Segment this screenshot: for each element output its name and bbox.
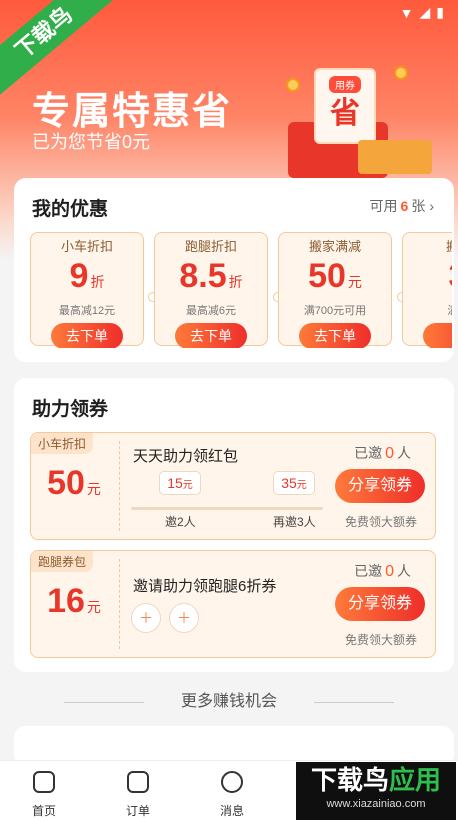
tab-messages[interactable]: 消息 xyxy=(202,771,262,819)
home-icon xyxy=(33,771,55,793)
coupon-tag: 小车折扣 xyxy=(31,433,94,454)
reward-step: 35元 xyxy=(273,471,315,495)
wifi-icon: ▼ xyxy=(399,4,414,21)
place-order-button[interactable]: 去下单 xyxy=(175,323,247,348)
tab-orders[interactable]: 订单 xyxy=(108,771,168,819)
reward-step: 15元 xyxy=(159,471,201,495)
deal-card: 小车折扣 9折 最高减12元 去下单 xyxy=(30,232,144,348)
help-coupons-section: 助力领券 小车折扣 50 元 天天助力领红包 已邀 0 人 15元 35元 邀2人 再… xyxy=(14,378,454,672)
coupon-illustration: 用券 省 xyxy=(314,68,376,144)
deal-card: 跑腿折扣 8.5 折 最高减6元 去下单 xyxy=(154,232,268,348)
divider-line xyxy=(314,702,394,703)
hero-illustration: 用券 省 xyxy=(282,60,438,178)
help-footnote: 免费领大额券 xyxy=(344,515,417,529)
chevron-right-icon: › xyxy=(429,198,434,214)
help-coupon-card: 小车折扣 50 元 天天助力领红包 已邀 0 人 15元 35元 邀2人 再邀3人 分… xyxy=(30,432,436,540)
divider-line xyxy=(64,702,144,703)
invited-count: 已邀 0 人 xyxy=(354,563,411,580)
deal-card: 搬家 3 满50 去 xyxy=(402,232,452,348)
signal-icon: ◢ xyxy=(419,4,431,20)
status-bar: ▼ ◢ ▮ xyxy=(400,4,444,21)
divider xyxy=(119,441,120,531)
available-coupons-link[interactable]: 可用 6 张 › xyxy=(370,196,434,216)
tab-home[interactable]: 首页 xyxy=(14,771,74,819)
help-footnote: 免费领大额券 xyxy=(344,633,417,647)
orders-icon xyxy=(127,771,149,793)
help-card-title: 天天助力领红包 xyxy=(133,448,239,465)
my-deals-title: 我的优惠 xyxy=(32,199,109,220)
place-order-button[interactable]: 去下单 xyxy=(299,323,371,348)
help-coupons-title: 助力领券 xyxy=(32,399,109,420)
coin-icon xyxy=(394,66,408,80)
message-icon xyxy=(221,771,243,793)
truck-icon xyxy=(358,140,432,174)
divider xyxy=(119,559,120,649)
help-card-title: 邀请助力领跑腿6折券 xyxy=(133,578,277,595)
more-earning-text: 更多赚钱机会 xyxy=(180,693,277,710)
share-coupon-button[interactable]: 分享领券 xyxy=(335,587,425,621)
page-title: 专属特惠省 xyxy=(32,91,233,133)
step-label: 邀2人 xyxy=(165,515,196,529)
more-earning-divider: 更多赚钱机会 xyxy=(0,690,458,714)
watermark-badge: 下载鸟应用 www.xiazainiao.com xyxy=(296,762,456,820)
deal-list: 小车折扣 9折 最高减12元 去下单 跑腿折扣 8.5 折 最高减6元 去下单 搬… xyxy=(30,232,452,348)
add-friend-avatar-icon[interactable]: ＋ xyxy=(169,603,199,633)
my-deals-section: 我的优惠 可用 6 张 › 小车折扣 9折 最高减12元 去下单 跑腿折扣 8.… xyxy=(14,178,454,362)
coupon-value: 16 元 xyxy=(47,582,101,620)
invited-count: 已邀 0 人 xyxy=(354,445,411,462)
invite-progress-bar xyxy=(131,507,323,510)
place-order-button[interactable]: 去下单 xyxy=(51,323,123,348)
coupon-tag: 跑腿券包 xyxy=(31,551,94,572)
coin-icon xyxy=(286,78,300,92)
deal-card: 搬家满减 50 元 满700元可用 去下单 xyxy=(278,232,392,348)
coupon-value: 50 元 xyxy=(47,464,101,502)
savings-summary: 已为您节省0元 xyxy=(32,132,151,152)
share-coupon-button[interactable]: 分享领券 xyxy=(335,469,425,503)
place-order-button[interactable]: 去 xyxy=(423,323,452,348)
help-coupon-card: 跑腿券包 16 元 邀请助力领跑腿6折券 已邀 0 人 ＋ ＋ 分享领券 免费领大额券 xyxy=(30,550,436,658)
battery-icon: ▮ xyxy=(436,4,444,20)
add-friend-avatar-icon[interactable]: ＋ xyxy=(131,603,161,633)
step-label: 再邀3人 xyxy=(273,515,316,529)
